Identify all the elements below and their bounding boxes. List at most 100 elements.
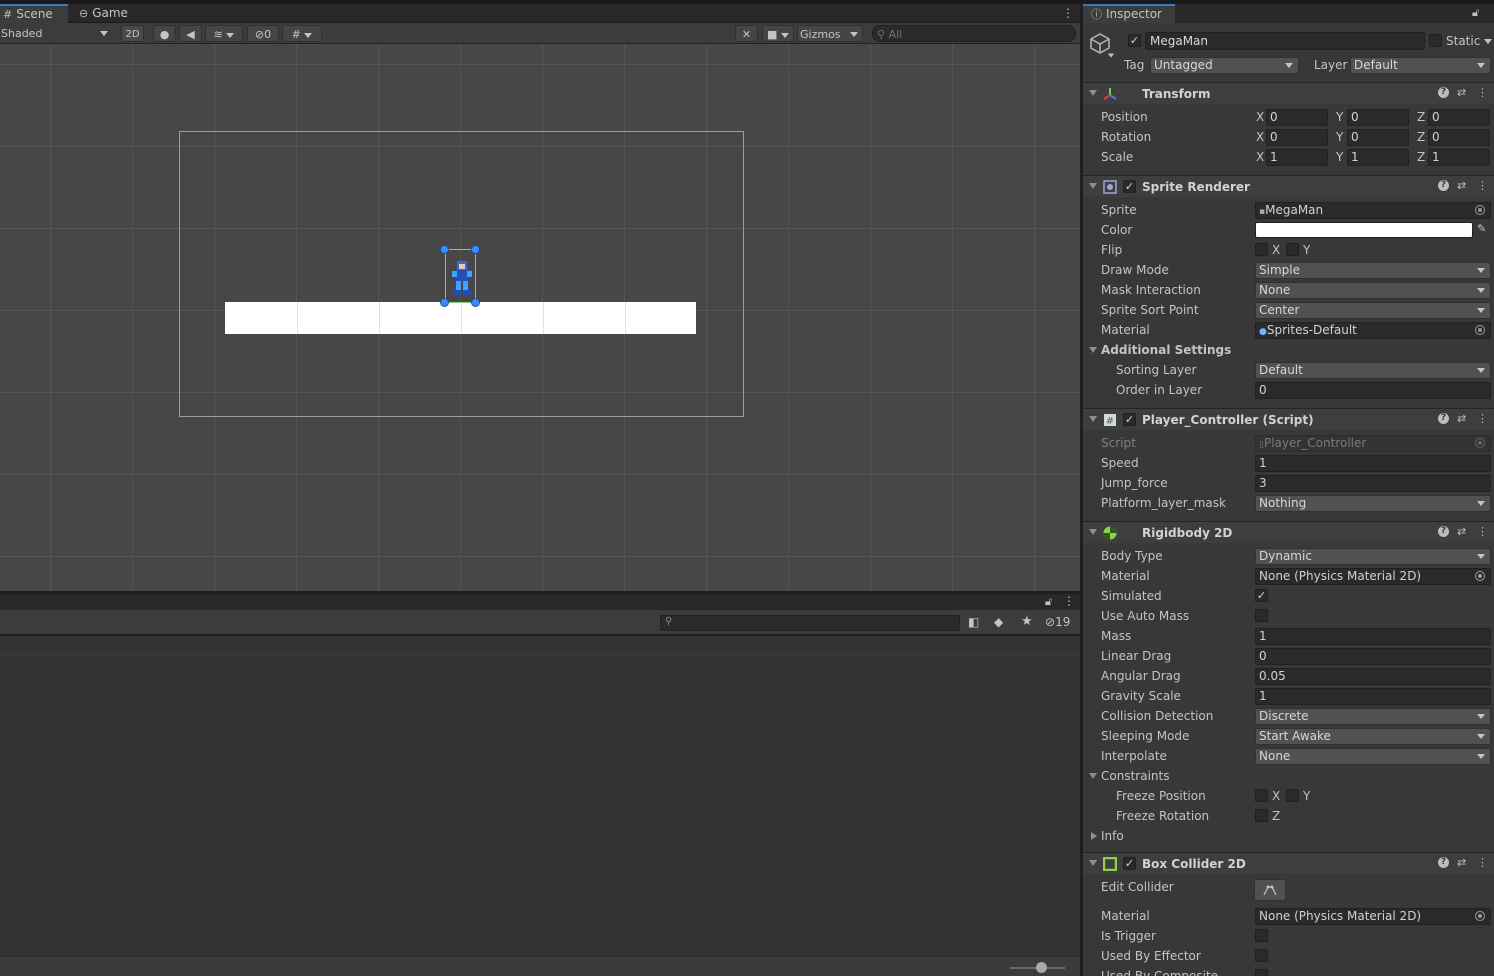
info-foldout[interactable]: Info <box>1083 826 1494 846</box>
presets-icon[interactable]: ⇄ <box>1457 856 1466 869</box>
lock-icon[interactable]: 🔓︎ <box>1045 595 1052 609</box>
layer-dropdown[interactable]: Default <box>1350 57 1491 74</box>
presets-icon[interactable]: ⇄ <box>1457 86 1466 99</box>
object-name-field[interactable]: MegaMan <box>1145 32 1425 50</box>
box-collider2d-component-header[interactable]: ✓ Box Collider 2D ? ⇄ ⋮ <box>1083 852 1494 874</box>
gizmos-dropdown[interactable]: Gizmos <box>797 25 863 42</box>
flip-x-checkbox[interactable] <box>1255 243 1268 256</box>
collision-detection-dropdown[interactable]: Discrete <box>1255 708 1491 725</box>
sprite-sort-point-dropdown[interactable]: Center <box>1255 302 1491 319</box>
scene-search-input[interactable]: ⚲ All <box>872 25 1076 42</box>
box-collider-enabled-checkbox[interactable]: ✓ <box>1123 857 1136 870</box>
presets-icon[interactable]: ⇄ <box>1457 412 1466 425</box>
presets-icon[interactable]: ⇄ <box>1457 179 1466 192</box>
scale-y-field[interactable]: 1 <box>1347 149 1409 166</box>
scene-viewport[interactable] <box>0 44 1080 591</box>
scale-z-field[interactable]: 1 <box>1428 149 1490 166</box>
mass-field[interactable]: 1 <box>1255 628 1491 645</box>
foldout-arrow-icon[interactable] <box>1091 832 1097 840</box>
effects-dropdown[interactable]: ≋ <box>205 25 243 42</box>
object-picker-icon[interactable] <box>1475 911 1485 921</box>
help-icon[interactable]: ? <box>1438 857 1449 868</box>
resize-handle-top-right[interactable] <box>471 245 480 254</box>
kebab-menu-icon[interactable]: ⋮ <box>1477 856 1488 869</box>
freeze-position-y-checkbox[interactable] <box>1286 789 1299 802</box>
body-type-dropdown[interactable]: Dynamic <box>1255 548 1491 565</box>
flip-y-checkbox[interactable] <box>1286 243 1299 256</box>
sorting-layer-dropdown[interactable]: Default <box>1255 362 1491 379</box>
favorite-star-icon[interactable]: ★ <box>1021 614 1033 629</box>
grid-snap-dropdown[interactable]: # <box>282 25 322 42</box>
help-icon[interactable]: ? <box>1438 526 1449 537</box>
2d-toggle-button[interactable]: 2D <box>121 25 144 42</box>
object-picker-icon[interactable] <box>1475 325 1485 335</box>
help-icon[interactable]: ? <box>1438 180 1449 191</box>
kebab-menu-icon[interactable]: ⋮ <box>1477 525 1488 538</box>
lock-icon[interactable]: 🔓︎ <box>1472 6 1479 20</box>
foldout-arrow-icon[interactable] <box>1089 183 1097 189</box>
use-auto-mass-checkbox[interactable] <box>1255 609 1268 622</box>
tab-scene[interactable]: # Scene <box>0 4 68 23</box>
rotation-x-field[interactable]: 0 <box>1266 129 1328 146</box>
sleeping-mode-dropdown[interactable]: Start Awake <box>1255 728 1491 745</box>
rb-material-field[interactable]: None (Physics Material 2D) <box>1255 568 1491 585</box>
order-in-layer-field[interactable]: 0 <box>1255 382 1491 399</box>
camera-dropdown[interactable]: ■ <box>762 25 794 42</box>
rotation-y-field[interactable]: 0 <box>1347 129 1409 146</box>
sprite-renderer-component-header[interactable]: ✓ Sprite Renderer ? ⇄ ⋮ <box>1083 175 1494 197</box>
edit-collider-button[interactable] <box>1254 879 1286 901</box>
tools-button[interactable]: ✕ <box>735 25 758 42</box>
player-controller-enabled-checkbox[interactable]: ✓ <box>1123 413 1136 426</box>
active-checkbox[interactable]: ✓ <box>1128 34 1141 47</box>
scale-x-field[interactable]: 1 <box>1266 149 1328 166</box>
used-by-effector-checkbox[interactable] <box>1255 949 1268 962</box>
kebab-menu-icon[interactable]: ⋮ <box>1477 179 1488 192</box>
object-picker-icon[interactable] <box>1475 571 1485 581</box>
foldout-arrow-icon[interactable] <box>1089 90 1097 96</box>
tab-inspector[interactable]: ⓘ Inspector <box>1083 4 1175 23</box>
angular-drag-field[interactable]: 0.05 <box>1255 668 1491 685</box>
position-y-field[interactable]: 0 <box>1347 109 1409 126</box>
foldout-arrow-icon[interactable] <box>1089 416 1097 422</box>
simulated-checkbox[interactable]: ✓ <box>1255 589 1268 602</box>
static-dropdown[interactable]: Static <box>1446 33 1493 49</box>
object-picker-icon[interactable] <box>1475 205 1485 215</box>
material-field[interactable]: ●Sprites-Default <box>1255 322 1491 339</box>
tab-game[interactable]: ⊖ Game <box>76 4 138 23</box>
audio-toggle-button[interactable]: ◀ <box>179 25 202 42</box>
linear-drag-field[interactable]: 0 <box>1255 648 1491 665</box>
position-z-field[interactable]: 0 <box>1428 109 1490 126</box>
player-controller-component-header[interactable]: # ✓ Player_Controller (Script) ? ⇄ ⋮ <box>1083 408 1494 430</box>
foldout-arrow-icon[interactable] <box>1089 773 1097 779</box>
constraints-foldout[interactable]: Constraints <box>1083 766 1494 786</box>
platform-layer-mask-dropdown[interactable]: Nothing <box>1255 495 1491 512</box>
hidden-packages-button[interactable]: ⊘19 <box>1045 615 1070 629</box>
scene-visibility-button[interactable]: ⊘0 <box>247 25 279 42</box>
shading-mode-dropdown[interactable]: Shaded <box>0 25 112 42</box>
speed-field[interactable]: 1 <box>1255 455 1491 472</box>
color-swatch[interactable] <box>1255 222 1473 238</box>
chevron-down-icon[interactable] <box>1107 53 1115 58</box>
sprite-renderer-enabled-checkbox[interactable]: ✓ <box>1123 180 1136 193</box>
foldout-arrow-icon[interactable] <box>1089 860 1097 866</box>
freeze-rotation-z-checkbox[interactable] <box>1255 809 1268 822</box>
bc-material-field[interactable]: None (Physics Material 2D) <box>1255 908 1491 925</box>
resize-handle-top-left[interactable] <box>440 245 449 254</box>
icon-size-slider-knob[interactable] <box>1036 962 1047 973</box>
foldout-arrow-icon[interactable] <box>1089 529 1097 535</box>
rigidbody2d-component-header[interactable]: Rigidbody 2D ? ⇄ ⋮ <box>1083 521 1494 543</box>
transform-component-header[interactable]: Transform ? ⇄ ⋮ <box>1083 82 1494 104</box>
sprite-field[interactable]: ▪MegaMan <box>1255 202 1491 219</box>
eyedropper-icon[interactable]: ✎ <box>1477 222 1486 235</box>
draw-mode-dropdown[interactable]: Simple <box>1255 262 1491 279</box>
kebab-menu-icon[interactable]: ⋮ <box>1063 594 1075 608</box>
presets-icon[interactable]: ⇄ <box>1457 525 1466 538</box>
help-icon[interactable]: ? <box>1438 87 1449 98</box>
resize-handle-bottom-right[interactable] <box>471 298 480 307</box>
foldout-arrow-icon[interactable] <box>1089 347 1097 353</box>
freeze-position-x-checkbox[interactable] <box>1255 789 1268 802</box>
position-x-field[interactable]: 0 <box>1266 109 1328 126</box>
filter-by-label-icon[interactable]: ◆ <box>994 615 1003 629</box>
tag-dropdown[interactable]: Untagged <box>1150 57 1299 74</box>
kebab-menu-icon[interactable]: ⋮ <box>1477 412 1488 425</box>
